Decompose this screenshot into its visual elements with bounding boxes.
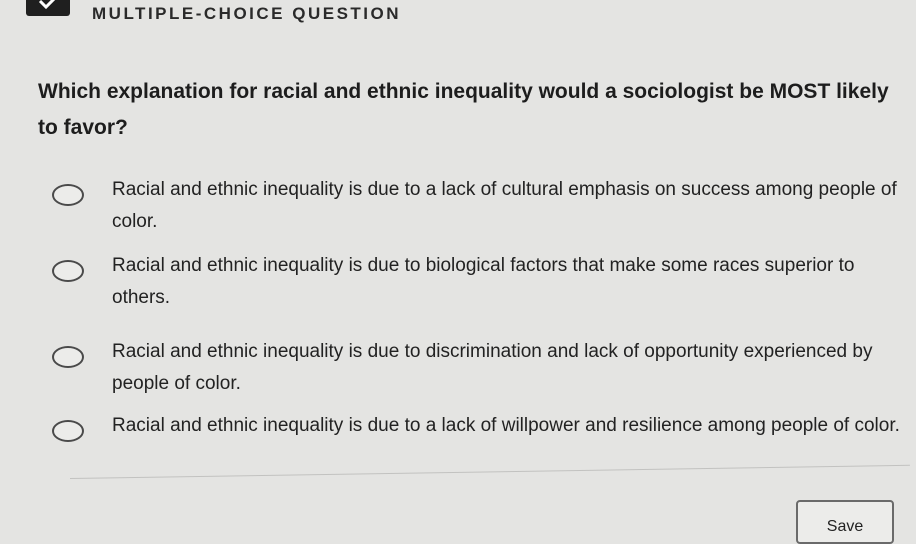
question-type-label: MULTIPLE-CHOICE QUESTION bbox=[92, 4, 402, 23]
question-header: MULTIPLE-CHOICE QUESTION bbox=[0, 0, 916, 30]
answer-option-1[interactable]: Racial and ethnic inequality is due to a… bbox=[52, 179, 902, 242]
checkmark-icon bbox=[26, 0, 70, 16]
save-button[interactable]: Save bbox=[796, 500, 894, 544]
radio-button-icon[interactable] bbox=[52, 346, 84, 368]
question-text: Which explanation for racial and ethnic … bbox=[38, 80, 889, 139]
answer-option-3[interactable]: Racial and ethnic inequality is due to d… bbox=[52, 341, 902, 404]
answer-option-label: Racial and ethnic inequality is due to b… bbox=[112, 255, 855, 308]
answer-option-label: Racial and ethnic inequality is due to a… bbox=[112, 415, 900, 436]
answer-option-4[interactable]: Racial and ethnic inequality is due to a… bbox=[52, 415, 902, 478]
radio-button-icon[interactable] bbox=[52, 184, 84, 206]
answer-option-label: Racial and ethnic inequality is due to d… bbox=[112, 341, 873, 394]
answer-option-2[interactable]: Racial and ethnic inequality is due to b… bbox=[52, 255, 902, 318]
answer-option-label: Racial and ethnic inequality is due to a… bbox=[112, 179, 897, 232]
radio-button-icon[interactable] bbox=[52, 420, 84, 442]
radio-button-icon[interactable] bbox=[52, 260, 84, 282]
